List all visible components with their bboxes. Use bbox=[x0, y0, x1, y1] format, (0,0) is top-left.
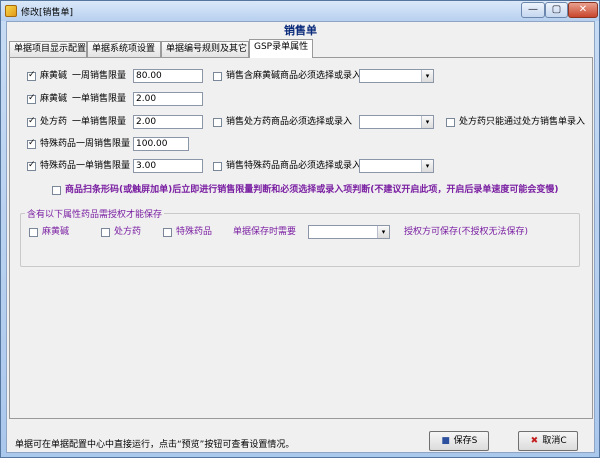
footer-hint: 单据可在单据配置中心中直接运行，点击“预览”按钮可查看设置情况。 bbox=[15, 440, 295, 450]
prescription-single-limit-input[interactable]: 2.00 bbox=[133, 115, 203, 129]
chevron-down-icon: ▾ bbox=[421, 116, 433, 128]
ephedrine-weekly-checkbox[interactable] bbox=[27, 70, 36, 81]
app-icon bbox=[5, 5, 17, 17]
special-single-limit-input[interactable]: 3.00 bbox=[133, 159, 203, 173]
auth-ephedrine-label: 麻黄碱 bbox=[42, 227, 70, 237]
auth-note-label: 授权方可保存(不授权无法保存) bbox=[404, 227, 529, 237]
prescription-only-label: 处方药只能通过处方销售单录入 bbox=[459, 117, 586, 127]
special-weekly-checkbox[interactable] bbox=[27, 138, 36, 149]
ephedrine-single-checkbox[interactable] bbox=[27, 93, 36, 104]
gsp-tab-panel: 麻黄碱 一周销售限量 80.00 销售含麻黄碱商品必须选择或录入 ▾ 麻黄碱 一… bbox=[9, 57, 593, 419]
tab-numbering-rules[interactable]: 单据编号规则及其它 bbox=[161, 41, 249, 57]
weekly-limit-label: 一周销售限量 bbox=[72, 71, 127, 81]
title-bar: 修改[销售单] — ▢ ✕ bbox=[1, 1, 599, 21]
auth-prescription-label: 处方药 bbox=[114, 227, 142, 237]
authorization-group-title: 含有以下属性药品需授权才能保存 bbox=[25, 207, 165, 220]
single-limit-label: 一单销售限量 bbox=[72, 117, 127, 127]
cancel-button[interactable]: ✖ 取消C bbox=[518, 431, 578, 451]
tab-system-settings[interactable]: 单据系统项设置 bbox=[87, 41, 161, 57]
ephedrine-required-select[interactable]: ▾ bbox=[359, 69, 434, 83]
tab-display-config[interactable]: 单据项目显示配置 bbox=[9, 41, 87, 57]
ephedrine-label: 麻黄碱 bbox=[40, 71, 68, 81]
app-window: 修改[销售单] — ▢ ✕ 销售单 单据项目显示配置 单据系统项设置 单据编号规… bbox=[0, 0, 600, 458]
auth-special-label: 特殊药品 bbox=[176, 227, 213, 237]
special-single-label: 特殊药品一单销售限量 bbox=[40, 161, 131, 171]
save-button-label: 保存S bbox=[453, 436, 478, 446]
auth-ephedrine-checkbox[interactable] bbox=[29, 228, 38, 237]
maximize-button[interactable]: ▢ bbox=[545, 2, 568, 18]
single-limit-label: 一单销售限量 bbox=[72, 94, 127, 104]
auth-prescription-checkbox[interactable] bbox=[101, 228, 110, 237]
special-weekly-limit-input[interactable]: 100.00 bbox=[133, 137, 189, 151]
ephedrine-label: 麻黄碱 bbox=[40, 94, 68, 104]
prescription-single-checkbox[interactable] bbox=[27, 116, 36, 127]
cancel-button-label: 取消C bbox=[542, 436, 567, 446]
save-button[interactable]: ■ 保存S bbox=[429, 431, 489, 451]
form-title: 销售单 bbox=[284, 24, 317, 37]
chevron-down-icon: ▾ bbox=[421, 70, 433, 82]
special-required-checkbox[interactable] bbox=[213, 162, 222, 171]
tab-gsp-properties[interactable]: GSP录单属性 bbox=[249, 39, 313, 58]
prescription-required-select[interactable]: ▾ bbox=[359, 115, 434, 129]
special-required-select[interactable]: ▾ bbox=[359, 159, 434, 173]
special-weekly-label: 特殊药品一周销售限量 bbox=[40, 139, 131, 149]
close-x-icon: ✖ bbox=[530, 436, 539, 446]
close-window-button[interactable]: ✕ bbox=[568, 2, 598, 18]
window-title: 修改[销售单] bbox=[21, 8, 74, 18]
chevron-down-icon: ▾ bbox=[421, 160, 433, 172]
client-area: 销售单 单据项目显示配置 单据系统项设置 单据编号规则及其它 GSP录单属性 麻… bbox=[6, 21, 595, 453]
prescription-required-checkbox[interactable] bbox=[213, 118, 222, 127]
scan-check-option-checkbox[interactable] bbox=[52, 186, 61, 195]
prescription-only-checkbox[interactable] bbox=[446, 118, 455, 127]
ephedrine-required-label: 销售含麻黄碱商品必须选择或录入 bbox=[226, 71, 362, 81]
chevron-down-icon: ▾ bbox=[377, 226, 389, 238]
ephedrine-weekly-limit-input[interactable]: 80.00 bbox=[133, 69, 203, 83]
scan-check-option-label: 商品扫条形码(或触屏加单)后立即进行销售限量判断和必须选择或录入项判断(不建议开… bbox=[65, 185, 559, 195]
ephedrine-required-checkbox[interactable] bbox=[213, 72, 222, 81]
ephedrine-single-limit-input[interactable]: 2.00 bbox=[133, 92, 203, 106]
special-single-checkbox[interactable] bbox=[27, 160, 36, 171]
auth-special-checkbox[interactable] bbox=[163, 228, 172, 237]
prescription-label: 处方药 bbox=[40, 117, 68, 127]
floppy-disk-icon: ■ bbox=[441, 436, 450, 446]
auth-time-select[interactable]: ▾ bbox=[308, 225, 390, 239]
special-required-label: 销售特殊药品商品必须选择或录入 bbox=[226, 161, 362, 171]
prescription-required-label: 销售处方药商品必须选择或录入 bbox=[226, 117, 353, 127]
authorization-group: 含有以下属性药品需授权才能保存 麻黄碱 处方药 特殊药品 单据保存时需要 ▾ 授… bbox=[20, 207, 580, 267]
auth-time-label: 单据保存时需要 bbox=[233, 227, 297, 237]
minimize-button[interactable]: — bbox=[521, 2, 545, 18]
